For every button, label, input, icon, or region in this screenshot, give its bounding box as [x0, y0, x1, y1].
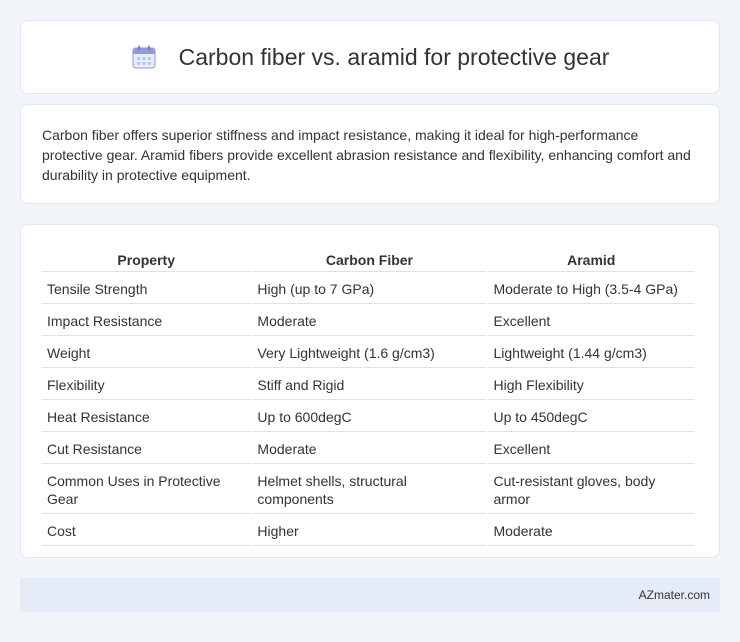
- title-card: Carbon fiber vs. aramid for protective g…: [20, 20, 720, 94]
- intro-text: Carbon fiber offers superior stiffness a…: [42, 127, 691, 183]
- cell-carbon-fiber: Helmet shells, structural components: [252, 466, 487, 514]
- cell-aramid: Moderate to High (3.5-4 GPa): [488, 274, 694, 304]
- cell-aramid: Excellent: [488, 434, 694, 464]
- table-row: Heat Resistance Up to 600degC Up to 450d…: [42, 402, 694, 432]
- table-row: Weight Very Lightweight (1.6 g/cm3) Ligh…: [42, 338, 694, 368]
- cell-property: Weight: [42, 338, 251, 368]
- cell-aramid: Moderate: [488, 516, 694, 546]
- page-title: Carbon fiber vs. aramid for protective g…: [178, 43, 610, 70]
- cell-carbon-fiber: Up to 600degC: [252, 402, 487, 432]
- cell-property: Heat Resistance: [42, 402, 251, 432]
- table-header-row: Property Carbon Fiber Aramid: [42, 248, 694, 272]
- table-row: Tensile Strength High (up to 7 GPa) Mode…: [42, 274, 694, 304]
- comparison-table: Property Carbon Fiber Aramid Tensile Str…: [40, 246, 696, 548]
- cell-aramid: Excellent: [488, 306, 694, 336]
- cell-property: Impact Resistance: [42, 306, 251, 336]
- cell-property: Common Uses in Protective Gear: [42, 466, 251, 514]
- header-aramid: Aramid: [488, 248, 694, 272]
- cell-aramid: Lightweight (1.44 g/cm3): [488, 338, 694, 368]
- cell-carbon-fiber: Higher: [252, 516, 487, 546]
- table-row: Cut Resistance Moderate Excellent: [42, 434, 694, 464]
- comparison-table-card: Property Carbon Fiber Aramid Tensile Str…: [20, 224, 720, 558]
- cell-carbon-fiber: Moderate: [252, 306, 487, 336]
- table-row: Cost Higher Moderate: [42, 516, 694, 546]
- cell-aramid: Up to 450degC: [488, 402, 694, 432]
- footer-brand: AZmater.com: [638, 588, 710, 602]
- cell-carbon-fiber: Moderate: [252, 434, 487, 464]
- cell-carbon-fiber: High (up to 7 GPa): [252, 274, 487, 304]
- calendar-icon: [131, 45, 156, 69]
- footer-bar: AZmater.com: [20, 578, 720, 612]
- cell-aramid: Cut-resistant gloves, body armor: [488, 466, 694, 514]
- cell-property: Cut Resistance: [42, 434, 251, 464]
- header-carbon-fiber: Carbon Fiber: [252, 248, 487, 272]
- cell-carbon-fiber: Stiff and Rigid: [252, 370, 487, 400]
- table-row: Flexibility Stiff and Rigid High Flexibi…: [42, 370, 694, 400]
- cell-property: Cost: [42, 516, 251, 546]
- table-row: Impact Resistance Moderate Excellent: [42, 306, 694, 336]
- table-row: Common Uses in Protective Gear Helmet sh…: [42, 466, 694, 514]
- cell-carbon-fiber: Very Lightweight (1.6 g/cm3): [252, 338, 487, 368]
- cell-property: Tensile Strength: [42, 274, 251, 304]
- header-property: Property: [42, 248, 251, 272]
- intro-card: Carbon fiber offers superior stiffness a…: [20, 104, 720, 204]
- cell-property: Flexibility: [42, 370, 251, 400]
- cell-aramid: High Flexibility: [488, 370, 694, 400]
